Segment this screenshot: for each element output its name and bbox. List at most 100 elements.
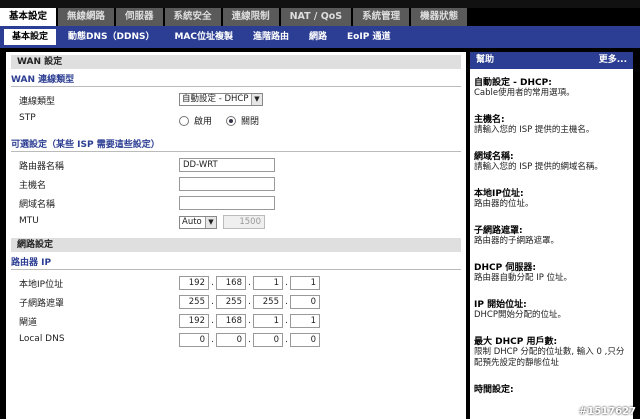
stp-disable-label: 關閉 bbox=[241, 117, 260, 127]
sub-tab-bar: 基本設定 動態DNS（DDNS） MAC位址複製 進階路由 網路 EoIP 通道 bbox=[0, 26, 640, 48]
gateway-octet-2[interactable]: 168 bbox=[216, 314, 246, 328]
mtu-mode-select[interactable]: Auto ▼ bbox=[179, 215, 217, 229]
gateway-octet-4[interactable]: 1 bbox=[290, 314, 320, 328]
help-item-title: 網域名稱: bbox=[474, 152, 514, 162]
subtab-basic-setup[interactable]: 基本設定 bbox=[4, 29, 57, 45]
mask-octet-4[interactable]: 0 bbox=[290, 295, 320, 309]
mtu-label: MTU bbox=[19, 216, 39, 226]
help-item: 主機名: 請輸入您的 ISP 提供的主機名。 bbox=[474, 112, 629, 136]
gateway-octet-1[interactable]: 192 bbox=[179, 314, 209, 328]
optional-legend: 可選設定（某些 ISP 需要這些設定） bbox=[11, 137, 461, 152]
help-item-desc: Cable使用者的常用選項。 bbox=[474, 88, 575, 98]
hostname-row: 主機名 bbox=[11, 175, 461, 194]
conn-type-label: 連線類型 bbox=[19, 97, 56, 107]
subtab-mac-clone[interactable]: MAC位址複製 bbox=[166, 29, 241, 45]
gateway-label: 閘道 bbox=[19, 318, 38, 328]
dns-octet-1[interactable]: 0 bbox=[179, 333, 209, 347]
domain-label: 網域名稱 bbox=[19, 200, 56, 210]
dns-octet-3[interactable]: 0 bbox=[253, 333, 283, 347]
local-ip-octet-2[interactable]: 168 bbox=[216, 276, 246, 290]
stp-row: STP 啟用 關閉 bbox=[11, 110, 461, 129]
help-item-title: 本地IP位址: bbox=[474, 189, 524, 199]
router-name-label: 路由器名稱 bbox=[19, 162, 65, 172]
help-item-title: 最大 DHCP 用戶數: bbox=[474, 337, 558, 347]
chevron-down-icon: ▼ bbox=[251, 94, 262, 105]
help-header: 幫助 更多... bbox=[470, 52, 633, 69]
tab-wireless[interactable]: 無線網路 bbox=[58, 8, 115, 26]
tab-basic-setup[interactable]: 基本設定 bbox=[0, 8, 57, 26]
wan-conn-legend: WAN 連線類型 bbox=[11, 72, 461, 87]
help-panel: 幫助 更多... 自動設定 - DHCP: Cable使用者的常用選項。 主機名:… bbox=[470, 52, 633, 419]
help-item: 網域名稱: 請輸入您的 ISP 提供的網域名稱。 bbox=[474, 149, 629, 173]
tab-nat-qos[interactable]: NAT / QoS bbox=[280, 8, 352, 26]
conn-type-value: 自動設定 - DHCP bbox=[182, 94, 249, 104]
help-item-desc: DHCP開始分配的位址。 bbox=[474, 310, 566, 320]
hostname-label: 主機名 bbox=[19, 181, 47, 191]
help-item-desc: 路由器自動分配 IP 位址。 bbox=[474, 273, 573, 283]
local-ip-octet-3[interactable]: 1 bbox=[253, 276, 283, 290]
stp-label: STP bbox=[19, 113, 36, 123]
wan-section-title: WAN 設定 bbox=[11, 55, 461, 69]
conn-type-select[interactable]: 自動設定 - DHCP ▼ bbox=[179, 93, 263, 106]
stp-enable-label: 啟用 bbox=[194, 117, 213, 127]
local-ip-label: 本地IP位址 bbox=[19, 280, 64, 290]
domain-row: 網域名稱 bbox=[11, 194, 461, 213]
help-item-desc: 路由器的子網路遮罩。 bbox=[474, 236, 560, 246]
tab-access-restrictions[interactable]: 連線限制 bbox=[222, 8, 279, 26]
gateway-row: 閘道 192. 168. 1. 1 bbox=[11, 312, 461, 331]
help-item: DHCP 伺服器: 路由器自動分配 IP 位址。 bbox=[474, 260, 629, 284]
local-dns-row: Local DNS 0. 0. 0. 0 bbox=[11, 331, 461, 350]
mask-octet-3[interactable]: 255 bbox=[253, 295, 283, 309]
help-item-desc: 路由器的位址。 bbox=[474, 199, 534, 209]
help-item: 最大 DHCP 用戶數: 限制 DHCP 分配的位址數, 輸入 0 ,只分配預先設… bbox=[474, 334, 629, 369]
tab-services[interactable]: 伺服器 bbox=[116, 8, 163, 26]
mtu-row: MTU Auto ▼ 1500 bbox=[11, 213, 461, 232]
domain-input[interactable] bbox=[179, 196, 275, 210]
help-item: 自動設定 - DHCP: Cable使用者的常用選項。 bbox=[474, 75, 629, 99]
dns-octet-2[interactable]: 0 bbox=[216, 333, 246, 347]
local-ip-octet-4[interactable]: 1 bbox=[290, 276, 320, 290]
help-item-desc: 請輸入您的 ISP 提供的主機名。 bbox=[474, 125, 595, 135]
help-more-link[interactable]: 更多... bbox=[599, 52, 627, 69]
gateway-octet-3[interactable]: 1 bbox=[253, 314, 283, 328]
stp-disable-radio[interactable] bbox=[226, 115, 237, 126]
local-ip-row: 本地IP位址 192. 168. 1. 1 bbox=[11, 274, 461, 293]
help-item-title: 主機名: bbox=[474, 115, 505, 125]
main-tab-bar: 基本設定 無線網路 伺服器 系統安全 連線限制 NAT / QoS 系統管理 機… bbox=[0, 8, 640, 26]
local-ip-octet-1[interactable]: 192 bbox=[179, 276, 209, 290]
mask-octet-1[interactable]: 255 bbox=[179, 295, 209, 309]
tab-security[interactable]: 系統安全 bbox=[164, 8, 221, 26]
help-item: IP 開始位址: DHCP開始分配的位址。 bbox=[474, 297, 629, 321]
router-ip-legend: 路由器 IP bbox=[11, 255, 461, 270]
stp-enable-radio[interactable] bbox=[179, 115, 189, 126]
chevron-down-icon: ▼ bbox=[205, 216, 216, 228]
help-item: 時間設定: bbox=[474, 382, 629, 395]
help-body: 自動設定 - DHCP: Cable使用者的常用選項。 主機名: 請輸入您的 ISP… bbox=[470, 69, 633, 414]
subtab-eoip-tunnel[interactable]: EoIP 通道 bbox=[339, 29, 398, 45]
help-item-title: 自動設定 - DHCP: bbox=[474, 78, 552, 88]
mask-octet-2[interactable]: 255 bbox=[216, 295, 246, 309]
mtu-mode-value: Auto bbox=[182, 216, 202, 227]
mtu-value-input: 1500 bbox=[223, 215, 265, 229]
dns-octet-4[interactable]: 0 bbox=[290, 333, 320, 347]
mask-row: 子網路遮罩 255. 255. 255. 0 bbox=[11, 293, 461, 312]
router-name-input[interactable]: DD-WRT bbox=[179, 158, 275, 172]
network-section-title: 網路設定 bbox=[11, 238, 461, 252]
settings-panel: WAN 設定 WAN 連線類型 連線類型 自動設定 - DHCP ▼ STP 啟… bbox=[6, 52, 466, 419]
tab-status[interactable]: 機器狀態 bbox=[411, 8, 468, 26]
router-name-row: 路由器名稱 DD-WRT bbox=[11, 156, 461, 175]
help-item-title: 時間設定: bbox=[474, 385, 514, 395]
subtab-ddns[interactable]: 動態DNS（DDNS） bbox=[60, 29, 162, 45]
help-item-title: IP 開始位址: bbox=[474, 300, 527, 310]
hostname-input[interactable] bbox=[179, 177, 275, 191]
tab-administration[interactable]: 系統管理 bbox=[353, 8, 410, 26]
watermark-text: #1517627 bbox=[578, 406, 636, 417]
help-item: 子網路遮罩: 路由器的子網路遮罩。 bbox=[474, 223, 629, 247]
subtab-advanced-routing[interactable]: 進階路由 bbox=[245, 29, 297, 45]
mask-label: 子網路遮罩 bbox=[19, 299, 65, 309]
subtab-networking[interactable]: 網路 bbox=[301, 29, 335, 45]
help-item: 本地IP位址: 路由器的位址。 bbox=[474, 186, 629, 210]
help-item-desc: 請輸入您的 ISP 提供的網域名稱。 bbox=[474, 162, 603, 172]
conn-type-row: 連線類型 自動設定 - DHCP ▼ bbox=[11, 91, 461, 110]
help-title: 幫助 bbox=[476, 55, 495, 65]
